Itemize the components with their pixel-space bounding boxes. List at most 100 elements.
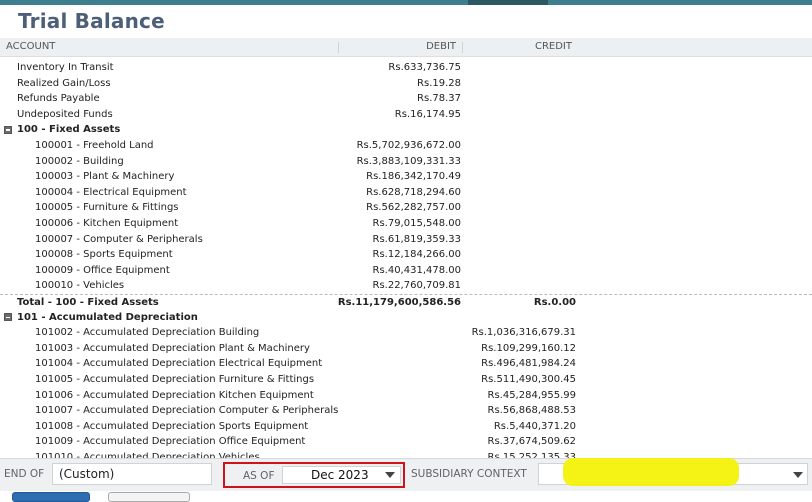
account-name[interactable]: Realized Gain/Loss [17, 76, 111, 92]
account-name: Total - 100 - Fixed Assets [17, 297, 159, 308]
top-accent-bar [0, 0, 812, 5]
credit-amount: Rs.109,299,160.12 [481, 342, 576, 354]
as-of-select[interactable]: Dec 2023 [282, 466, 401, 484]
table-row: 101005 - Accumulated Depreciation Furnit… [0, 372, 812, 388]
end-of-label: END OF [4, 468, 45, 480]
account-name: 101 - Accumulated Depreciation [17, 311, 198, 323]
debit-amount: Rs.628,718,294.60 [366, 186, 461, 198]
secondary-action-button[interactable] [108, 492, 190, 502]
column-header: ACCOUNT DEBIT CREDIT [0, 38, 812, 57]
table-row: 101008 - Accumulated Depreciation Sports… [0, 419, 812, 435]
credit-amount: Rs.0.00 [533, 297, 576, 308]
trial-balance-report: Inventory In Transit Rs.633,736.75 Realize… [0, 60, 812, 458]
group-row: 101 - Accumulated Depreciation [0, 310, 812, 326]
as-of-label: AS OF [243, 470, 275, 482]
account-name[interactable]: 100010 - Vehicles [35, 278, 124, 294]
header-debit[interactable]: DEBIT [426, 41, 456, 52]
debit-amount: Rs.186,342,170.49 [366, 171, 461, 183]
header-account[interactable]: ACCOUNT [6, 41, 55, 52]
primary-action-button[interactable] [12, 492, 90, 502]
account-name[interactable]: 100003 - Plant & Machinery [35, 169, 174, 185]
table-row: 100002 - Building Rs.3,883,109,331.33 [0, 154, 812, 170]
account-name[interactable]: 101006 - Accumulated Depreciation Kitche… [35, 388, 314, 404]
account-name[interactable]: 100005 - Furniture & Fittings [35, 200, 179, 216]
account-name[interactable]: 100009 - Office Equipment [35, 263, 170, 279]
table-row: 100003 - Plant & Machinery Rs.186,342,170… [0, 169, 812, 185]
table-row: 100001 - Freehold Land Rs.5,702,936,672.0… [0, 138, 812, 154]
account-name[interactable]: Undeposited Funds [17, 107, 113, 123]
account-name: 100 - Fixed Assets [17, 124, 121, 136]
as-of-value: Dec 2023 [311, 468, 369, 482]
account-name[interactable]: Inventory In Transit [17, 60, 114, 76]
collapse-icon[interactable] [4, 313, 12, 322]
credit-amount: Rs.5,440,371.20 [493, 420, 576, 432]
page-title: Trial Balance [18, 9, 165, 33]
debit-amount: Rs.19.28 [417, 77, 461, 89]
total-row: Total - 100 - Fixed Assets Rs.11,179,600,… [0, 294, 812, 311]
table-row: 100010 - Vehicles Rs.22,760,709.81 [0, 278, 812, 294]
account-name[interactable]: 100006 - Kitchen Equipment [35, 216, 178, 232]
table-row: 100007 - Computer & Peripherals Rs.61,819… [0, 232, 812, 248]
account-name[interactable]: Refunds Payable [17, 91, 100, 107]
debit-amount: Rs.11,179,600,586.56 [337, 297, 461, 308]
table-row: 101002 - Accumulated Depreciation Buildi… [0, 325, 812, 341]
subsidiary-context-select[interactable] [538, 458, 808, 486]
debit-amount: Rs.61,819,359.33 [372, 233, 462, 245]
table-row: Undeposited Funds Rs.16,174.95 [0, 107, 812, 123]
column-resize-handle[interactable] [462, 42, 463, 53]
as-of-filter-highlight: AS OF Dec 2023 [223, 462, 405, 488]
table-row: 101003 - Accumulated Depreciation Plant … [0, 341, 812, 357]
credit-amount: Rs.1,036,316,679.31 [471, 327, 576, 339]
table-row: 100004 - Electrical Equipment Rs.628,718,… [0, 185, 812, 201]
table-row: 101009 - Accumulated Depreciation Office… [0, 434, 812, 450]
debit-amount: Rs.562,282,757.00 [366, 202, 461, 214]
table-row: Refunds Payable Rs.78.37 [0, 91, 812, 107]
account-name[interactable]: 101002 - Accumulated Depreciation Buildi… [35, 325, 259, 341]
account-name[interactable]: 101008 - Accumulated Depreciation Sports… [35, 419, 308, 435]
debit-amount: Rs.22,760,709.81 [372, 280, 462, 292]
chevron-down-icon[interactable] [793, 472, 803, 478]
debit-amount: Rs.40,431,478.00 [372, 264, 462, 276]
credit-amount: Rs.511,490,300.45 [481, 374, 576, 385]
account-name[interactable]: 100001 - Freehold Land [35, 138, 154, 154]
debit-amount: Rs.5,702,936,672.00 [356, 140, 461, 151]
table-row: Realized Gain/Loss Rs.19.28 [0, 76, 812, 92]
column-resize-handle[interactable] [338, 42, 339, 53]
account-name[interactable]: 100008 - Sports Equipment [35, 247, 173, 263]
table-row: Inventory In Transit Rs.633,736.75 [0, 60, 812, 76]
account-name[interactable]: 101010 - Accumulated Depreciation Vehicl… [35, 450, 260, 458]
end-of-field[interactable]: (Custom) [52, 463, 212, 485]
debit-amount: Rs.79,015,548.00 [372, 218, 462, 229]
credit-amount: Rs.15,252,135.33 [487, 452, 577, 458]
redaction-highlight [563, 458, 739, 486]
collapse-icon[interactable] [4, 125, 12, 134]
table-row: 100008 - Sports Equipment Rs.12,184,266.0… [0, 247, 812, 263]
table-row: 100005 - Furniture & Fittings Rs.562,282,… [0, 200, 812, 216]
account-name[interactable]: 101005 - Accumulated Depreciation Furnit… [35, 372, 314, 388]
credit-amount: Rs.37,674,509.62 [487, 436, 577, 448]
account-name[interactable]: 101007 - Accumulated Depreciation Comput… [35, 403, 338, 419]
account-name[interactable]: 101004 - Accumulated Depreciation Electr… [35, 356, 322, 372]
account-name[interactable]: 101009 - Accumulated Depreciation Office… [35, 434, 305, 450]
credit-amount: Rs.45,284,955.99 [487, 389, 577, 401]
header-credit[interactable]: CREDIT [535, 41, 572, 52]
table-row: 101006 - Accumulated Depreciation Kitche… [0, 388, 812, 404]
account-name[interactable]: 100002 - Building [35, 154, 124, 170]
table-row: 101007 - Accumulated Depreciation Comput… [0, 403, 812, 419]
chevron-down-icon[interactable] [385, 472, 395, 478]
table-row: 100009 - Office Equipment Rs.40,431,478.0… [0, 263, 812, 279]
account-name[interactable]: 100007 - Computer & Peripherals [35, 232, 203, 248]
top-accent-tab [468, 0, 548, 5]
table-row: 100006 - Kitchen Equipment Rs.79,015,548.… [0, 216, 812, 232]
subsidiary-context-label: SUBSIDIARY CONTEXT [411, 468, 527, 480]
debit-amount: Rs.633,736.75 [388, 62, 461, 73]
account-name[interactable]: 101003 - Accumulated Depreciation Plant … [35, 341, 310, 357]
credit-amount: Rs.56,868,488.53 [487, 405, 577, 417]
credit-amount: Rs.496,481,984.24 [481, 358, 576, 370]
account-name[interactable]: 100004 - Electrical Equipment [35, 185, 187, 201]
table-row: 101004 - Accumulated Depreciation Electr… [0, 356, 812, 372]
filter-bar: END OF (Custom) AS OF Dec 2023 SUBSIDIAR… [0, 458, 812, 491]
group-row: 100 - Fixed Assets [0, 122, 812, 138]
debit-amount: Rs.12,184,266.00 [372, 249, 462, 261]
debit-amount: Rs.16,174.95 [394, 108, 461, 120]
